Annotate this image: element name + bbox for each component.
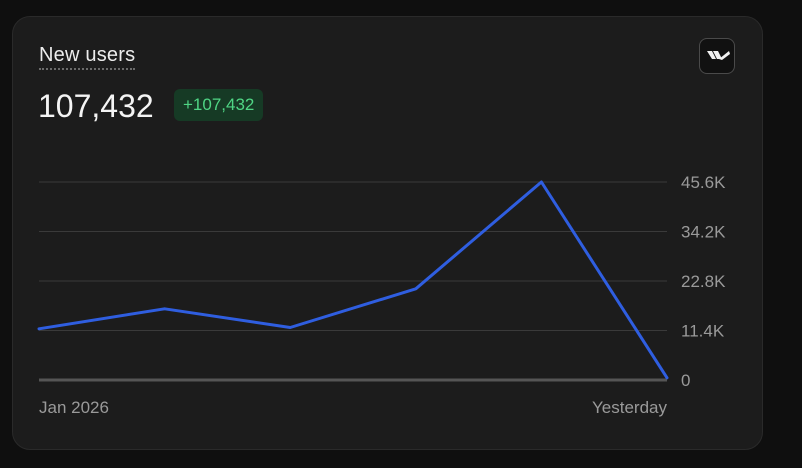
- y-tick-label: 0: [681, 371, 690, 390]
- y-tick-label: 22.8K: [681, 272, 726, 291]
- y-tick-label: 45.6K: [681, 173, 726, 192]
- y-tick-label: 34.2K: [681, 223, 726, 242]
- line-chart: 0 11.4K 22.8K 34.2K 45.6K Jan 2026 Yesterday: [35, 173, 726, 417]
- data-point[interactable]: [286, 323, 294, 331]
- x-tick-label-start: Jan 2026: [39, 398, 109, 417]
- y-tick-label: 11.4K: [681, 322, 725, 341]
- data-point[interactable]: [537, 178, 545, 186]
- x-tick-label-end: Yesterday: [592, 398, 667, 417]
- data-point[interactable]: [412, 285, 420, 293]
- data-point[interactable]: [663, 374, 671, 382]
- data-point[interactable]: [161, 305, 169, 313]
- series-line[interactable]: [37, 180, 669, 380]
- data-point[interactable]: [35, 325, 43, 333]
